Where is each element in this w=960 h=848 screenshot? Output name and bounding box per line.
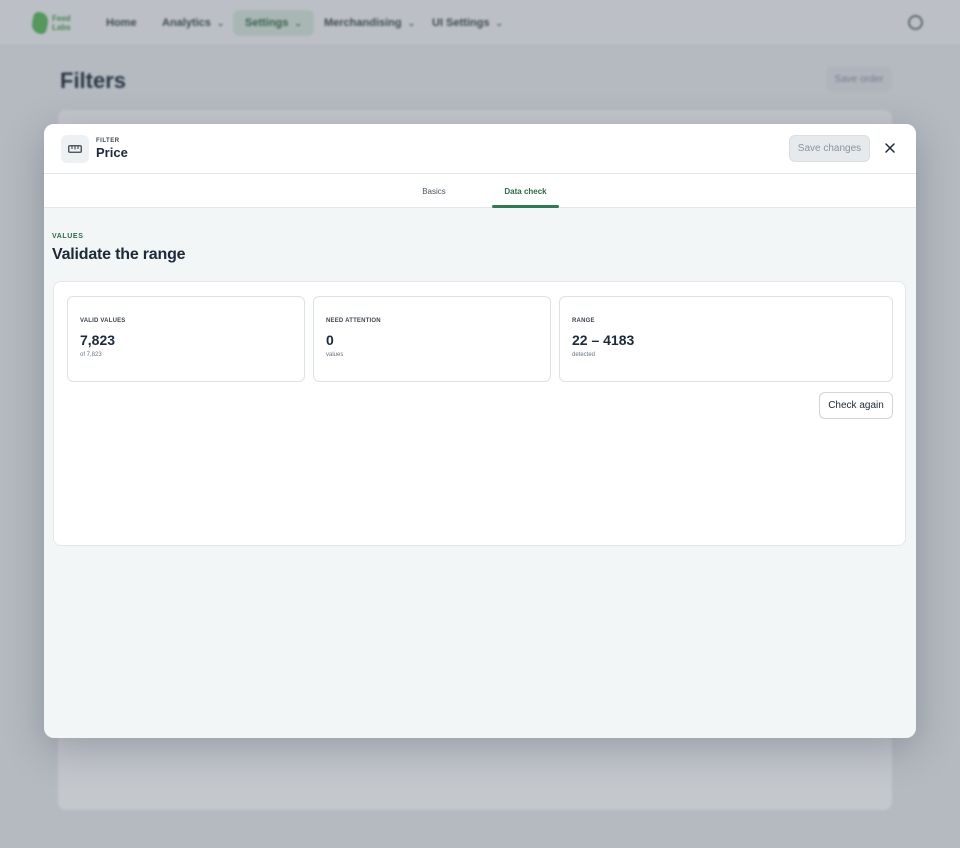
tab-data-check[interactable]: Data check <box>492 174 559 208</box>
stat-value: 7,823 <box>80 332 116 348</box>
section-kicker: VALUES <box>52 233 84 240</box>
stat-sub: of 7,823 <box>80 352 102 358</box>
filter-edit-modal: FILTER Price Save changes Basics Data ch… <box>44 124 916 738</box>
stat-need-attention: NEED ATTENTION 0 values <box>313 296 551 382</box>
modal-header: FILTER Price Save changes <box>44 124 916 174</box>
stat-label: RANGE <box>572 318 595 324</box>
stat-sub: detected <box>572 352 596 358</box>
filter-kicker: FILTER <box>96 138 120 144</box>
data-check-card: VALID VALUES 7,823 of 7,823 NEED ATTENTI… <box>53 281 906 546</box>
stat-range: RANGE 22 – 4183 detected <box>559 296 893 382</box>
check-again-button[interactable]: Check again <box>819 392 893 419</box>
section-title: Validate the range <box>52 246 186 263</box>
stat-valid-values: VALID VALUES 7,823 of 7,823 <box>67 296 305 382</box>
modal-tabs: Basics Data check <box>44 174 916 208</box>
stat-value: 22 – 4183 <box>572 332 635 348</box>
active-tab-indicator <box>492 205 559 208</box>
close-icon[interactable] <box>880 138 900 158</box>
ruler-icon <box>61 135 89 163</box>
tab-basics[interactable]: Basics <box>412 174 456 208</box>
stat-sub: values <box>326 352 344 358</box>
stat-label: NEED ATTENTION <box>326 318 381 324</box>
stat-value: 0 <box>326 332 334 348</box>
save-changes-button[interactable]: Save changes <box>789 135 870 162</box>
filter-name: Price <box>96 145 128 160</box>
stat-label: VALID VALUES <box>80 318 126 324</box>
